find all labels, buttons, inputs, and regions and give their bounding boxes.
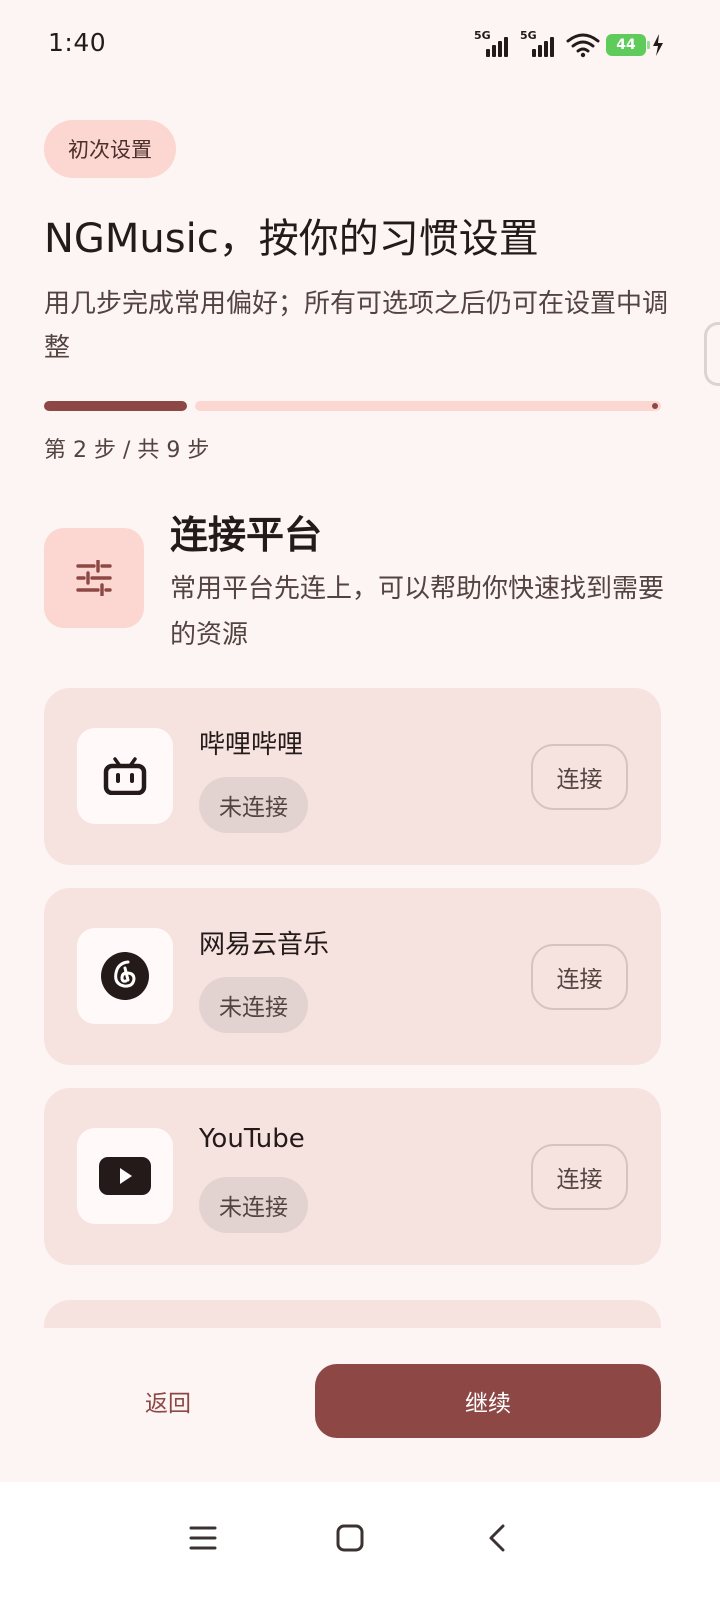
status-time: 1:40	[48, 28, 107, 57]
status-bar: 1:40 5G 5G 44	[0, 0, 720, 90]
system-nav-bar	[0, 1482, 720, 1600]
netease-music-icon	[101, 952, 149, 1000]
platform-card-youtube: YouTube 未连接 连接	[44, 1088, 661, 1265]
recents-button[interactable]	[173, 1508, 233, 1568]
continue-button[interactable]: 继续	[315, 1364, 661, 1438]
connect-button-netease-music[interactable]: 连接	[531, 944, 628, 1010]
battery-level: 44	[616, 37, 636, 53]
platform-name: YouTube	[199, 1124, 305, 1154]
wifi-icon	[566, 33, 600, 58]
back-nav-button[interactable]	[467, 1508, 527, 1568]
page-subtitle: 用几步完成常用偏好；所有可选项之后仍可在设置中调整	[44, 289, 669, 363]
bilibili-icon	[103, 757, 147, 795]
back-button[interactable]: 返回	[44, 1364, 292, 1438]
home-square-icon	[336, 1524, 364, 1552]
platform-logo	[77, 728, 173, 824]
connection-status-badge: 未连接	[199, 1177, 308, 1233]
platform-logo	[77, 928, 173, 1024]
network-type-label: 5G	[520, 29, 537, 42]
platform-logo	[77, 1128, 173, 1224]
platform-list[interactable]: 哔哩哔哩 未连接 连接 网易云音乐 未连接 连接 YouTube 未连接 连接	[0, 688, 720, 1328]
connect-button-youtube[interactable]: 连接	[531, 1144, 628, 1210]
connection-status-badge: 未连接	[199, 977, 308, 1033]
youtube-icon	[99, 1157, 151, 1195]
menu-icon	[189, 1526, 217, 1550]
connection-status-badge: 未连接	[199, 777, 308, 833]
connect-button-bilibili[interactable]: 连接	[531, 744, 628, 810]
platform-card-netease-music: 网易云音乐 未连接 连接	[44, 888, 661, 1065]
network-type-label: 5G	[474, 29, 491, 42]
platform-card-bilibili: 哔哩哔哩 未连接 连接	[44, 688, 661, 865]
app-screen: 1:40 5G 5G 44 初次设置 NGMusic，按你的习惯设置 用几步完成…	[0, 0, 720, 1600]
platform-name: 哔哩哔哩	[199, 730, 304, 760]
charging-icon	[653, 34, 663, 56]
section-icon-box	[44, 528, 144, 628]
signal-icon: 5G	[474, 29, 514, 59]
progress-bar-completed	[44, 401, 187, 411]
chevron-left-icon	[489, 1524, 505, 1552]
section-description: 常用平台先连上，可以帮助你快速找到需要的资源	[170, 574, 665, 650]
platform-card-partial	[44, 1300, 661, 1328]
first-setup-chip: 初次设置	[44, 120, 176, 178]
progress-bar-remaining	[195, 401, 661, 411]
tune-sliders-icon	[76, 560, 112, 596]
progress-end-dot	[652, 403, 658, 409]
signal-icon: 5G	[520, 29, 560, 59]
edge-swipe-handle[interactable]	[704, 322, 720, 386]
step-indicator: 第 2 步 / 共 9 步	[44, 438, 210, 463]
section-title: 连接平台	[170, 513, 323, 557]
home-button[interactable]	[320, 1508, 380, 1568]
page-title: NGMusic，按你的习惯设置	[44, 216, 539, 262]
status-icons: 5G 5G 44	[474, 29, 664, 60]
platform-name: 网易云音乐	[199, 930, 330, 960]
battery-icon: 44	[606, 34, 650, 56]
